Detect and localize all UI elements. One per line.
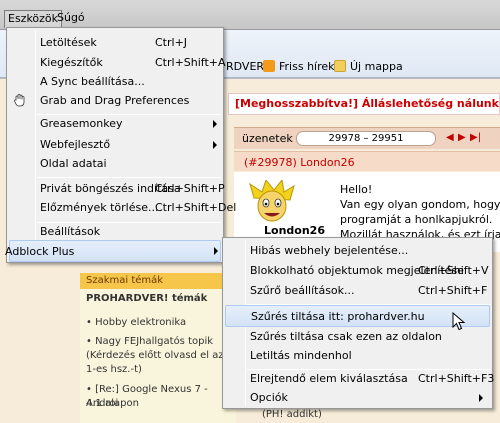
avatar <box>249 180 295 222</box>
menu-item-label: Szűrés tiltása itt: prohardver.hu <box>251 310 425 323</box>
bookmark-folder-label: Új mappa <box>350 60 403 73</box>
sidebar-link-cont: (Kérdezés előtt olvasd el az <box>86 350 224 361</box>
posts-bar: üzenetek 29978 – 29951 ◀ ▶ ▶| <box>234 127 500 149</box>
bookmark-friss-hirek[interactable]: Friss hírek <box>263 59 335 75</box>
next-arrow-icon[interactable]: ▶ <box>458 132 466 143</box>
menu-item-label: Opciók <box>250 391 288 404</box>
post-number-line: (#29978) London26 <box>244 156 355 169</box>
bookmark-rss-label: Friss hírek <box>279 60 335 73</box>
sidebar-section-title: Szakmai témák <box>80 273 236 289</box>
menu-tools-label: Eszközök <box>8 12 59 25</box>
menu-item-label: Grab and Drag Preferences <box>40 94 190 107</box>
menu-item-label: Letiltás mindenhol <box>250 349 352 362</box>
folder-icon <box>334 60 346 72</box>
menu-item-disable-on-site[interactable]: Szűrés tiltása itt: prohardver.hu <box>225 305 490 327</box>
submenu-arrow-icon <box>214 247 218 255</box>
prev-arrow-icon[interactable]: ◀ <box>446 132 454 143</box>
bookmark-uj-mappa[interactable]: Új mappa <box>334 59 403 75</box>
menu-item-clear-history[interactable]: Előzmények törlése... Ctrl+Shift+Del <box>7 197 236 219</box>
submenu-arrow-icon <box>213 120 217 128</box>
menu-item-accel: Ctrl+Shift+V <box>418 264 489 277</box>
user-rank: (PH! addikt) <box>262 409 322 420</box>
menu-item-label: Előzmények törlése... <box>40 201 159 214</box>
menu-item-label: Greasemonkey <box>40 117 123 130</box>
menu-item-adblock-plus[interactable]: Adblock Plus <box>5 240 221 262</box>
post-line: programját a honlkapjukról. <box>340 213 493 226</box>
sidebar-link[interactable]: • Hobby elektronika <box>86 316 236 330</box>
menu-item-filter-prefs[interactable]: Szűrő beállítások... Ctrl+Shift+F <box>223 280 492 302</box>
post-user[interactable]: London26 <box>300 156 354 169</box>
adblock-label-text: Adblock Plus <box>5 245 75 258</box>
mouse-cursor-icon <box>452 312 466 331</box>
hand-icon <box>14 94 25 107</box>
post-line: Van egy olyan gondom, hogy <box>340 198 500 211</box>
post-number[interactable]: (#29978) <box>244 156 297 169</box>
last-arrow-icon[interactable]: ▶| <box>470 132 481 143</box>
menu-item-label: Hibás webhely bejelentése... <box>250 244 409 257</box>
sidebar-link[interactable]: • Nagy FEJhallgatós topik <box>86 335 236 349</box>
menu-help[interactable]: Súgó <box>54 10 88 28</box>
sidebar-link-cont: 1-es hsz.-t) <box>86 364 142 375</box>
menu-item-page-info[interactable]: Oldal adatai <box>7 153 223 175</box>
post-header: (#29978) London26 <box>234 151 500 171</box>
post-text: Hello! Van egy olyan gondom, hogy progra… <box>340 182 500 242</box>
menu-item-accel: Ctrl+Shift+Del <box>155 201 237 214</box>
submenu-arrow-icon <box>479 394 483 402</box>
menu-item-label: Letöltések <box>40 36 97 49</box>
menu-item-blockable-items[interactable]: Blokkolható objektumok megjelenítése Ctr… <box>223 260 492 282</box>
menu-item-greasemonkey[interactable]: Greasemonkey <box>7 113 223 135</box>
menu-item-accel: Ctrl+Shift+F <box>418 284 488 297</box>
rss-icon <box>263 60 275 72</box>
post-line: Hello! <box>340 183 373 196</box>
menu-bar: Eszközök Súgó <box>0 0 500 30</box>
menu-item-grab-drag[interactable]: Grab and Drag Preferences <box>7 90 223 112</box>
tools-menu: Letöltések Ctrl+J Kiegészítők Ctrl+Shift… <box>5 27 236 263</box>
menu-item-report-site[interactable]: Hibás webhely bejelentése... <box>223 240 492 262</box>
menu-item-accel: Ctrl+J <box>155 36 188 49</box>
bookmark-partial[interactable]: RDVER <box>226 59 264 75</box>
menu-item-disable-everywhere[interactable]: Letiltás mindenhol <box>223 345 492 367</box>
page-selector[interactable]: 29978 – 29951 <box>296 131 436 146</box>
menu-item-label: Szűrő beállítások... <box>250 284 355 297</box>
menu-item-options[interactable]: Opciók <box>223 387 492 409</box>
posts-label: üzenetek <box>242 132 293 145</box>
pager-value: 29978 – 29951 <box>328 133 404 144</box>
avatar-username[interactable]: London26 <box>264 224 325 237</box>
bookmark-partial-label: RDVER <box>226 60 265 73</box>
sidebar-link-cont: 4.1 alapon <box>86 398 139 409</box>
banner-text: [Meghosszabbítva!] Álláslehetőség nálunk… <box>235 97 500 110</box>
sidebar-heading: PROHARDVER! témák <box>86 293 208 304</box>
menu-item-downloads[interactable]: Letöltések Ctrl+J <box>7 32 223 54</box>
menu-help-label: Súgó <box>57 11 85 24</box>
job-banner[interactable]: [Meghosszabbítva!] Álláslehetőség nálunk… <box>228 93 500 115</box>
menu-item-label: Oldal adatai <box>40 157 107 170</box>
submenu-arrow-icon <box>213 141 217 149</box>
